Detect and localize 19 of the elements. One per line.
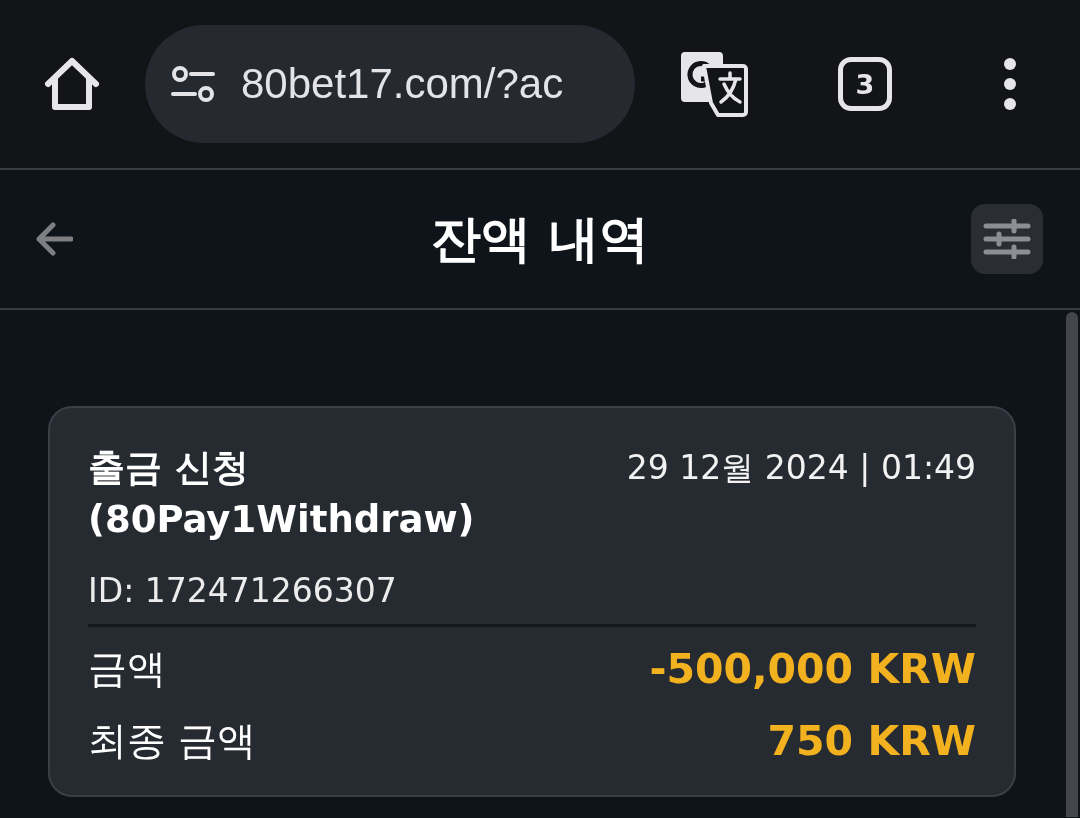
tab-switcher-button[interactable]: 3 xyxy=(838,57,892,111)
transaction-title: 출금 신청 (80Pay1Withdraw) xyxy=(88,445,476,543)
sliders-icon xyxy=(983,219,1031,259)
more-options-icon[interactable] xyxy=(1004,58,1016,110)
url-text: 80bet17.com/?ac xyxy=(241,60,564,108)
filter-button[interactable] xyxy=(971,204,1043,274)
amount-label: 최종 금액 xyxy=(88,717,257,765)
transaction-date: 29 12월 2024 | 01:49 xyxy=(626,447,976,489)
translate-icon[interactable] xyxy=(680,51,748,117)
amount-label: 금액 xyxy=(88,645,166,693)
back-arrow-icon[interactable] xyxy=(35,222,73,256)
address-bar[interactable]: 80bet17.com/?ac xyxy=(145,25,635,143)
transaction-id: ID: 172471266307 xyxy=(88,570,398,612)
scrollbar[interactable] xyxy=(1066,312,1078,817)
page-title: 잔액 내역 xyxy=(431,209,649,269)
tune-icon[interactable] xyxy=(171,65,215,103)
home-icon[interactable] xyxy=(44,57,100,111)
amount-value: -500,000 KRW xyxy=(649,645,976,693)
amount-value: 750 KRW xyxy=(767,717,976,765)
